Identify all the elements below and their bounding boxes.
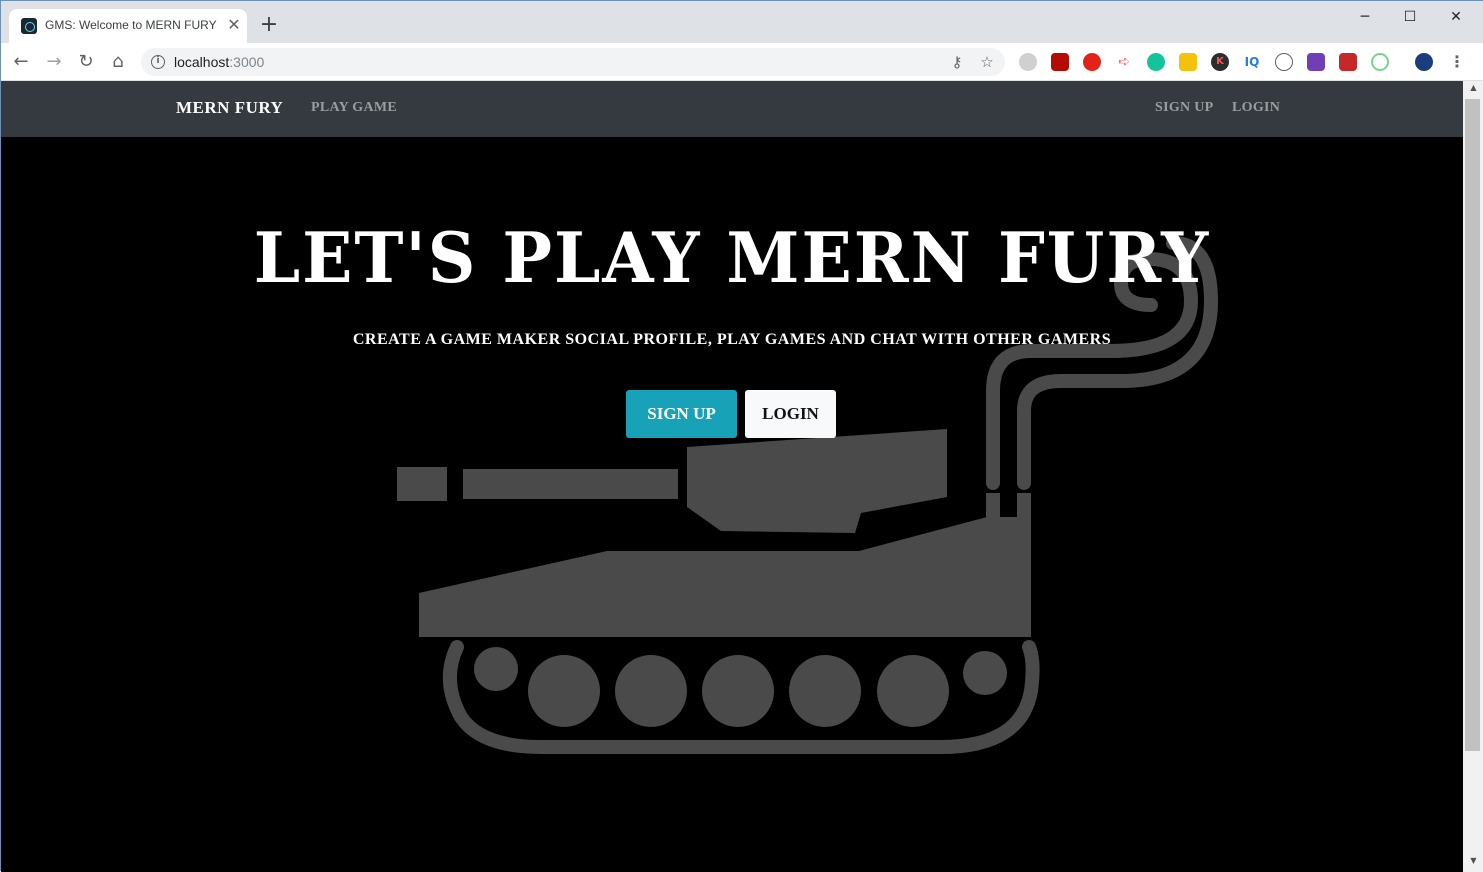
tab-strip: GMS: Welcome to MERN FURY ✕ + ─ ☐ ✕ — [1, 1, 1483, 43]
scroll-up-arrow-icon[interactable]: ▲ — [1463, 83, 1483, 97]
page-viewport: MERN FURY PLAY GAME SIGN UP LOGIN LET'S … — [1, 81, 1463, 872]
tab-title: GMS: Welcome to MERN FURY — [45, 18, 217, 32]
nav-sign-up[interactable]: SIGN UP — [1155, 100, 1214, 116]
star-icon[interactable]: ☆ — [977, 52, 997, 72]
url-text[interactable]: localhost:3000 — [174, 54, 264, 70]
green-ring-icon[interactable] — [1371, 53, 1389, 71]
sign-up-button[interactable]: SIGN UP — [626, 390, 737, 438]
browser-toolbar: ← → ↻ ⌂ i localhost:3000 ⚷ ☆ ➪ K IQ ⋮ — [1, 43, 1483, 81]
forward-arrow-icon[interactable]: → — [42, 50, 66, 74]
react-favicon-icon — [21, 18, 37, 34]
browser-tab[interactable]: GMS: Welcome to MERN FURY ✕ — [9, 9, 247, 43]
k-ext-icon[interactable]: K — [1211, 53, 1229, 71]
close-window-button[interactable]: ✕ — [1433, 5, 1479, 29]
info-icon[interactable]: i — [151, 55, 165, 69]
reload-icon[interactable]: ↻ — [74, 50, 98, 74]
nav-play-game[interactable]: PLAY GAME — [311, 100, 397, 116]
red-ext-icon[interactable] — [1083, 53, 1101, 71]
new-tab-button[interactable]: + — [257, 13, 281, 37]
circle-dots-icon[interactable] — [1275, 53, 1293, 71]
page-scrollbar[interactable]: ▲ ▼ — [1463, 81, 1483, 872]
home-icon[interactable]: ⌂ — [106, 50, 130, 74]
more-menu-icon[interactable]: ⋮ — [1449, 51, 1465, 73]
site-navbar: MERN FURY PLAY GAME SIGN UP LOGIN — [1, 81, 1463, 137]
key-icon[interactable]: ⚷ — [947, 52, 967, 72]
grammarly-icon[interactable] — [1147, 53, 1165, 71]
browser-window: GMS: Welcome to MERN FURY ✕ + ─ ☐ ✕ ← → … — [0, 0, 1483, 872]
red-square-icon[interactable] — [1339, 53, 1357, 71]
tab-close-icon[interactable]: ✕ — [225, 15, 243, 35]
nav-login[interactable]: LOGIN — [1232, 100, 1280, 116]
hero-subtitle: CREATE A GAME MAKER SOCIAL PROFILE, PLAY… — [352, 331, 1112, 348]
avatar-icon[interactable] — [1415, 53, 1433, 71]
address-bar[interactable]: i localhost:3000 ⚷ ☆ — [141, 48, 1005, 76]
scroll-down-arrow-icon[interactable]: ▼ — [1463, 856, 1483, 870]
yellow-ext-icon[interactable] — [1179, 53, 1197, 71]
arrow-ext-icon[interactable]: ➪ — [1115, 53, 1133, 71]
pdf-ext-icon[interactable] — [1051, 53, 1069, 71]
maximize-button[interactable]: ☐ — [1387, 5, 1433, 29]
circle-ext-icon[interactable] — [1019, 53, 1037, 71]
login-button[interactable]: LOGIN — [745, 390, 836, 438]
hero-title: LET'S PLAY MERN FURY — [253, 217, 1211, 299]
iq-ext-icon[interactable]: IQ — [1243, 53, 1261, 71]
scroll-thumb[interactable] — [1465, 99, 1480, 751]
back-arrow-icon[interactable]: ← — [9, 50, 33, 74]
purple-ext-icon[interactable] — [1307, 53, 1325, 71]
brand-link[interactable]: MERN FURY — [176, 98, 283, 118]
tank-background-image — [397, 236, 1218, 754]
minimize-button[interactable]: ─ — [1342, 5, 1388, 29]
